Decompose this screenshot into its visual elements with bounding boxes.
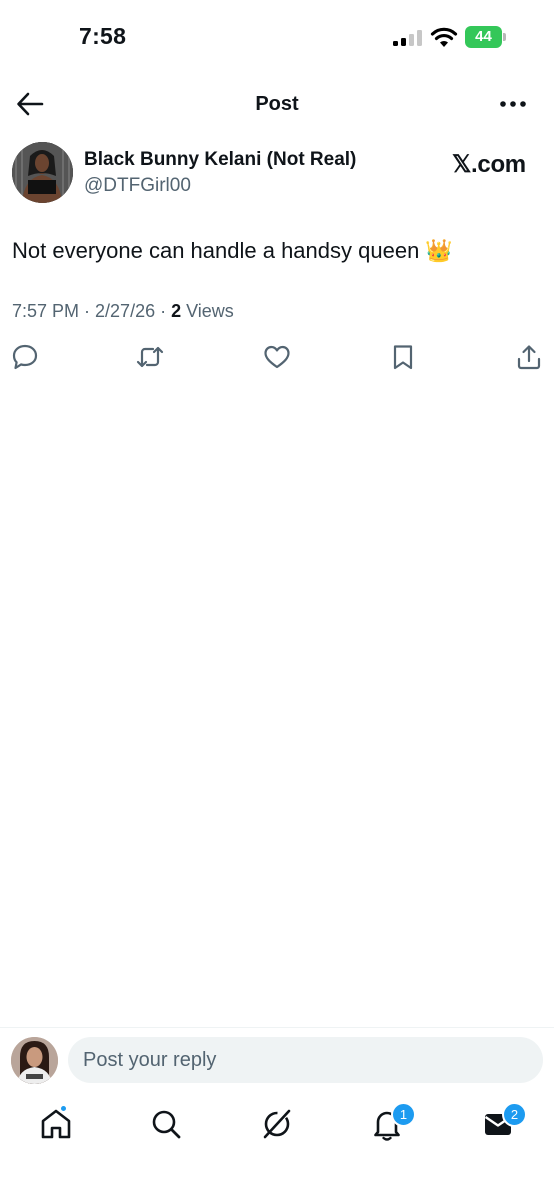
views-label[interactable]: Views [181,301,234,321]
reply-divider [0,1027,554,1028]
wifi-icon [430,27,458,47]
current-user-avatar[interactable] [11,1037,58,1084]
tab-grok[interactable] [257,1104,297,1144]
reply-icon[interactable] [11,343,39,371]
tab-notifications[interactable]: 1 [367,1102,416,1144]
like-icon[interactable] [263,343,291,371]
post-text: Not everyone can handle a handsy queen 👑 [12,238,453,263]
page-title: Post [255,93,299,115]
post-meta: 7:57 PM · 2/27/26 · 2 Views [12,301,234,322]
messages-badge: 2 [502,1102,527,1127]
tab-messages[interactable]: 2 [478,1102,527,1144]
home-new-dot [59,1104,68,1113]
tab-home[interactable] [36,1104,76,1144]
grok-icon [263,1109,291,1139]
more-options-icon[interactable] [497,94,529,114]
status-bar: 7:58 44 [0,0,554,70]
author-avatar-image [12,142,73,203]
top-nav: Post [0,80,554,128]
author-avatar[interactable] [12,142,73,203]
battery-level: 44 [475,28,492,45]
cellular-signal-icon [393,30,422,46]
notifications-badge: 1 [391,1102,416,1127]
author-name[interactable]: Black Bunny Kelani (Not Real) [84,149,356,171]
repost-icon[interactable] [136,343,164,371]
share-icon[interactable] [515,343,543,371]
status-time: 7:58 [79,23,127,49]
bookmark-icon[interactable] [389,343,417,371]
current-user-avatar-image [11,1037,58,1084]
post-timestamp: 7:57 PM · 2/27/26 · [12,301,172,321]
author-handle[interactable]: @DTFGirl00 [84,175,191,197]
reply-input[interactable] [68,1037,543,1083]
source-label: 𝕏.com [452,151,526,178]
views-count[interactable]: 2 [171,301,181,321]
battery-icon: 44 [465,26,506,48]
tab-search[interactable] [146,1104,186,1144]
home-icon [41,1109,71,1139]
search-icon [152,1110,181,1139]
